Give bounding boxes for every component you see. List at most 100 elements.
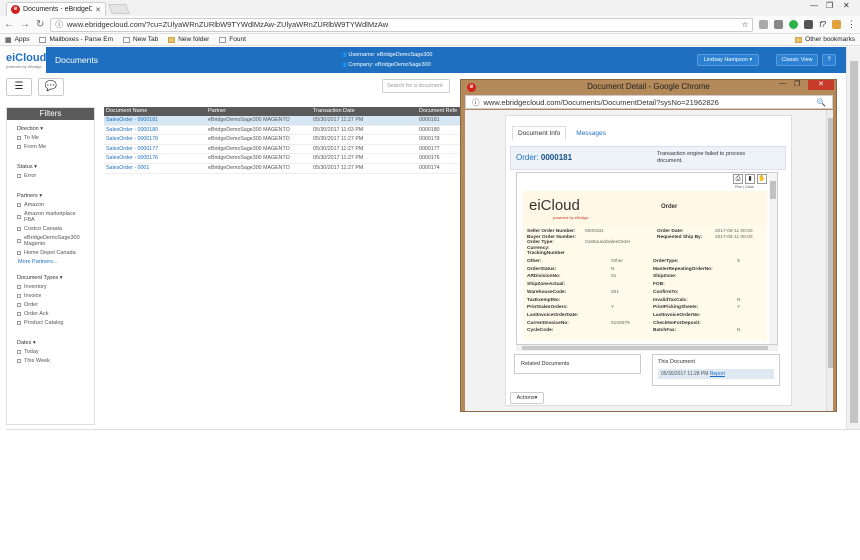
page-info-icon[interactable]: ⓘ	[55, 19, 63, 30]
tab-messages[interactable]: Messages	[570, 126, 612, 140]
menu-icon[interactable]: ⋮	[847, 19, 856, 30]
user-menu-button[interactable]: Lindsay Hampson ▾	[697, 54, 759, 66]
table-row[interactable]: SalesOrder - 0000180 eBridgeDemoSage300 …	[104, 126, 460, 136]
filter-item[interactable]: Amazon	[17, 202, 84, 208]
minimize-icon[interactable]: —	[779, 80, 786, 87]
bookmark-new-tab[interactable]: New Tab	[123, 36, 158, 43]
checkbox[interactable]	[17, 215, 21, 219]
filter-item[interactable]: Product Catalog	[17, 320, 84, 326]
table-row[interactable]: SalesOrder - 0000179 eBridgeDemoSage300 …	[104, 135, 460, 145]
page-scrollbar[interactable]	[846, 47, 860, 430]
checkbox[interactable]	[17, 174, 21, 178]
filter-item[interactable]: Order Ack	[17, 311, 84, 317]
minimize-icon[interactable]: —	[810, 1, 818, 10]
popup-address-bar[interactable]: ⓘ www.ebridgecloud.com/Documents/Documen…	[465, 95, 833, 109]
scrollbar-thumb[interactable]	[770, 181, 776, 199]
horizontal-scrollbar[interactable]	[516, 345, 778, 351]
bookmark-fount[interactable]: Fount	[219, 36, 246, 43]
restore-icon[interactable]: ❐	[794, 80, 800, 88]
filter-item[interactable]: Invoice	[17, 293, 84, 299]
checkbox[interactable]	[17, 203, 21, 207]
table-row[interactable]: SalesOrder - 0000177 eBridgeDemoSage300 …	[104, 145, 460, 155]
filter-item[interactable]: eBridgeDemoSage300 Magento	[17, 235, 84, 247]
extension-icon[interactable]	[774, 20, 784, 29]
scrollbar-thumb[interactable]	[828, 118, 833, 368]
document-scrollbar[interactable]	[769, 173, 777, 344]
filter-item[interactable]: Error	[17, 173, 84, 179]
restore-icon[interactable]: ❐	[826, 1, 833, 10]
filter-item[interactable]: Inventory	[17, 284, 84, 290]
other-bookmarks[interactable]: Other bookmarks	[795, 36, 855, 43]
column-header[interactable]: Transaction Date	[313, 107, 419, 116]
filter-item[interactable]: Home Depot Canada	[17, 250, 84, 256]
address-bar[interactable]: ⓘ www.ebridgecloud.com/?cu=ZUlyaWRnZURlb…	[50, 17, 754, 32]
checkbox[interactable]	[17, 303, 21, 307]
close-window-icon[interactable]: ✕	[808, 80, 834, 90]
filter-item[interactable]: To Me	[17, 135, 84, 141]
list-view-button[interactable]: ☰	[6, 78, 32, 96]
document-name-link[interactable]: SalesOrder - 0000181	[104, 116, 208, 125]
filter-item[interactable]: From Me	[17, 144, 84, 150]
checkbox[interactable]	[17, 312, 21, 316]
search-input[interactable]: Search for a document	[382, 79, 450, 93]
checkbox[interactable]	[17, 285, 21, 289]
document-name-link[interactable]: SalesOrder - 0000177	[104, 145, 208, 154]
report-link[interactable]: Report	[710, 371, 725, 377]
eicloud-logo[interactable]: eiCloud powered by eBridge	[0, 47, 46, 73]
print-icon[interactable]: ⎙	[733, 174, 743, 184]
nav-documents[interactable]: Documents	[55, 55, 98, 65]
filter-item[interactable]: Order	[17, 302, 84, 308]
popup-scrollbar[interactable]	[826, 110, 833, 411]
extension-icon[interactable]	[804, 20, 814, 29]
scrollbar-thumb[interactable]	[850, 61, 858, 423]
table-row[interactable]: SalesOrder - 0000181 eBridgeDemoSage300 …	[104, 116, 460, 126]
back-icon[interactable]: ←	[4, 19, 14, 30]
filter-section-title[interactable]: Status ▾	[17, 164, 84, 170]
document-name-link[interactable]: SalesOrder - 0001	[104, 164, 208, 173]
hand-icon[interactable]: ✋	[757, 174, 767, 184]
document-name-link[interactable]: SalesOrder - 0000180	[104, 126, 208, 135]
checkbox[interactable]	[17, 145, 21, 149]
bookmark-apps[interactable]: ▦ Apps	[5, 36, 29, 44]
extension-icon[interactable]	[759, 20, 769, 29]
filter-section-title[interactable]: Partners ▾	[17, 193, 84, 199]
help-button[interactable]: ?	[822, 54, 836, 66]
filter-section-title[interactable]: Direction ▾	[17, 126, 84, 132]
formula-extension-icon[interactable]: f?	[819, 20, 826, 29]
checkbox[interactable]	[17, 251, 21, 255]
extension-icon[interactable]	[789, 20, 799, 29]
table-row[interactable]: SalesOrder - 0000176 eBridgeDemoSage300 …	[104, 154, 460, 164]
filter-section-title[interactable]: Document Types ▾	[17, 275, 84, 281]
browser-tab[interactable]: e Documents - eBridgeDe ✕	[6, 2, 106, 16]
filter-item[interactable]: Costco Canada	[17, 226, 84, 232]
filter-section-title[interactable]: Dates ▾	[17, 340, 84, 346]
column-header[interactable]: Document Refe	[419, 107, 460, 116]
classic-view-button[interactable]: Classic View	[776, 54, 818, 66]
bookmark-new-folder[interactable]: New folder	[168, 36, 209, 43]
filter-item[interactable]: Today	[17, 349, 84, 355]
zoom-icon[interactable]: 🔍	[817, 98, 826, 107]
bookmark-mailboxes[interactable]: Mailboxes - Parse Em	[39, 36, 113, 43]
checkbox[interactable]	[17, 359, 21, 363]
close-window-icon[interactable]: ✕	[843, 1, 850, 10]
table-row[interactable]: SalesOrder - 0001 eBridgeDemoSage300 MAG…	[104, 164, 460, 174]
filter-item[interactable]: Amazon marketplace FBA	[17, 211, 84, 223]
column-header[interactable]: Document Name	[104, 107, 208, 116]
messages-button[interactable]: 💬	[38, 78, 64, 96]
tab-document-info[interactable]: Document Info	[512, 126, 567, 140]
new-tab-button[interactable]	[108, 4, 130, 14]
checkbox[interactable]	[17, 321, 21, 325]
more-partners-link[interactable]: More Partners...	[18, 259, 84, 265]
document-name-link[interactable]: SalesOrder - 0000179	[104, 135, 208, 144]
document-name-link[interactable]: SalesOrder - 0000176	[104, 154, 208, 163]
checkbox[interactable]	[17, 239, 21, 243]
forward-icon[interactable]: →	[20, 19, 30, 30]
extension-icon[interactable]	[832, 20, 841, 29]
checkbox[interactable]	[17, 227, 21, 231]
close-tab-icon[interactable]: ✕	[95, 6, 101, 14]
reload-icon[interactable]: ↻	[36, 19, 44, 30]
checkbox[interactable]	[17, 294, 21, 298]
actions-button[interactable]: Actions▾	[510, 392, 544, 404]
checkbox[interactable]	[17, 350, 21, 354]
column-header[interactable]: Partner	[208, 107, 313, 116]
